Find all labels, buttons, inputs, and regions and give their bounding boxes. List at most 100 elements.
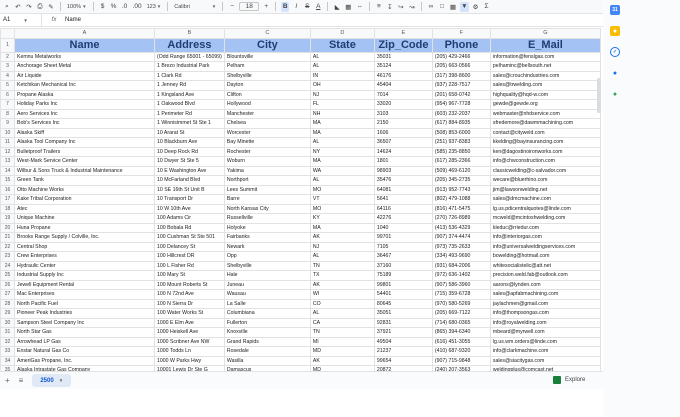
cell[interactable]: info@interiorgas.com <box>489 232 601 243</box>
cell[interactable]: Manchester <box>223 108 311 119</box>
cell[interactable]: precision.weld.fab@outlook.com <box>489 270 601 281</box>
cell[interactable]: Jewell Equipment Rental <box>14 279 155 290</box>
cell[interactable]: sales@siacitygas.com <box>489 355 601 366</box>
row-header[interactable]: 2 <box>0 51 15 62</box>
row-header[interactable]: 33 <box>0 346 15 357</box>
cell[interactable]: CO <box>309 298 375 309</box>
cell[interactable]: (616) 451-3055 <box>431 336 491 347</box>
row-header[interactable]: 22 <box>0 241 15 252</box>
row-header[interactable]: 20 <box>0 222 15 233</box>
cell[interactable]: Juneau <box>223 279 311 290</box>
cell[interactable]: sfredemore@dawmmachining.com <box>489 118 601 129</box>
add-sheet-icon[interactable]: + <box>5 376 10 385</box>
column-header-d[interactable]: D <box>309 28 375 39</box>
cell[interactable]: (715) 359-6728 <box>431 289 491 300</box>
cell[interactable]: sales@apfabmachining.com <box>489 289 601 300</box>
cell[interactable]: Bay Minette <box>223 137 311 148</box>
header-cell[interactable]: Name <box>14 37 155 53</box>
row-header[interactable]: 1 <box>0 37 15 53</box>
row-header[interactable]: 11 <box>0 137 15 148</box>
cell[interactable]: (907) 374-4474 <box>431 232 491 243</box>
row-header[interactable]: 31 <box>0 327 15 338</box>
row-header[interactable]: 6 <box>0 89 15 100</box>
undo-icon[interactable]: ↶ <box>14 2 22 12</box>
cell[interactable]: 100 N Sierra Dr <box>154 298 225 309</box>
cell[interactable]: Shelbyville <box>223 260 311 271</box>
cell[interactable]: 1 Brezo Industrial Park <box>154 61 225 72</box>
cell[interactable]: (413) 536-4329 <box>431 222 491 233</box>
cell[interactable]: 10 Deep Rock Rd <box>154 146 225 157</box>
cell[interactable]: Yakima <box>223 165 311 176</box>
cell[interactable]: info@universalweldingservices.com <box>489 241 601 252</box>
cell[interactable]: AK <box>309 355 375 366</box>
cell[interactable]: Unique Machine <box>14 213 155 224</box>
cell[interactable]: Propane Alaska <box>14 89 155 100</box>
cell[interactable]: 1 Clark Rd <box>154 70 225 81</box>
cell[interactable]: ken@dagostinoironworks.com <box>489 146 601 157</box>
row-header[interactable]: 7 <box>0 99 15 110</box>
cell[interactable]: Northport <box>223 175 311 186</box>
cell[interactable]: Pioneer Peak Industries <box>14 308 155 319</box>
cell[interactable]: Worcester <box>223 127 311 138</box>
cell[interactable]: (Odd Range 65001 - 65099) <box>154 51 225 62</box>
cell[interactable]: 3103 <box>373 108 433 119</box>
cell[interactable]: highquality@hqd-w.com <box>489 89 601 100</box>
cell[interactable]: La Salle <box>223 298 311 309</box>
cell[interactable]: 98903 <box>373 165 433 176</box>
cell[interactable]: sales@dmcmachine.com <box>489 194 601 205</box>
cell[interactable]: Lees Summit <box>223 184 311 195</box>
cell[interactable]: Dayton <box>223 80 311 91</box>
cell[interactable]: 10 E Washington Ave <box>154 165 225 176</box>
row-header[interactable]: 14 <box>0 165 15 176</box>
print-icon[interactable]: ⎙ <box>36 2 44 12</box>
cell[interactable]: Shelbyville <box>223 70 311 81</box>
text-color-icon[interactable]: A <box>314 2 322 12</box>
row-header[interactable]: 32 <box>0 336 15 347</box>
cell[interactable]: Otto Machine Works <box>14 184 155 195</box>
cell[interactable]: Holiday Parks Inc <box>14 99 155 110</box>
cell[interactable]: (508) 853-6000 <box>431 127 491 138</box>
insert-chart-icon[interactable]: ▩ <box>449 2 457 12</box>
cell[interactable]: KY <box>309 213 375 224</box>
cell[interactable]: Green Tank <box>14 175 155 186</box>
cell[interactable]: FL <box>309 99 375 110</box>
cell[interactable]: 2150 <box>373 118 433 129</box>
cell[interactable]: 1000 Scribner Ave NW <box>154 336 225 347</box>
cell[interactable]: AL <box>309 51 375 62</box>
cell[interactable]: (205) 669-7122 <box>431 308 491 319</box>
cell[interactable]: (617) 285-2366 <box>431 156 491 167</box>
cell[interactable]: NJ <box>309 241 375 252</box>
cell[interactable]: mcweld@mcintoshwelding.com <box>489 213 601 224</box>
cell[interactable]: sales@trwelding.com <box>489 80 601 91</box>
cell[interactable]: (201) 658-0742 <box>431 89 491 100</box>
cell[interactable]: 64116 <box>373 203 433 214</box>
row-header[interactable]: 30 <box>0 317 15 328</box>
cell[interactable]: AL <box>309 61 375 72</box>
row-header[interactable]: 13 <box>0 156 15 167</box>
cell[interactable]: (205) 429-2466 <box>431 51 491 62</box>
tasks-icon[interactable]: ✓ <box>610 47 620 57</box>
cell[interactable]: jim@lawsonwelding.net <box>489 184 601 195</box>
cell[interactable]: 46176 <box>373 70 433 81</box>
cell[interactable]: (270) 726-8989 <box>431 213 491 224</box>
cell[interactable]: Kemnu Metalworks <box>14 51 155 62</box>
cell[interactable]: Woburn <box>223 156 311 167</box>
borders-icon[interactable]: ▦ <box>344 2 352 12</box>
cell[interactable]: 75189 <box>373 270 433 281</box>
cell[interactable]: (317) 398-8600 <box>431 70 491 81</box>
cell[interactable]: lg.us.pdicentralquotes@linde.com <box>489 203 601 214</box>
cell[interactable]: sales@crouchindustries.com <box>489 70 601 81</box>
cell[interactable]: (205) 663-0566 <box>431 61 491 72</box>
contacts-icon[interactable]: ● <box>610 68 620 78</box>
cell[interactable]: North Star Gas <box>14 327 155 338</box>
cell[interactable]: Opp <box>223 251 311 262</box>
cell[interactable]: Chelsea <box>223 118 311 129</box>
cell[interactable]: jaylachmen@gmail.com <box>489 298 601 309</box>
cell[interactable]: TX <box>309 270 375 281</box>
cell[interactable]: 37921 <box>373 327 433 338</box>
cell[interactable]: NH <box>309 108 375 119</box>
cell[interactable]: Sampson Steel Company Inc <box>14 317 155 328</box>
cell[interactable]: 1040 <box>373 222 433 233</box>
cell[interactable]: 54401 <box>373 289 433 300</box>
cell[interactable]: Newark <box>223 241 311 252</box>
